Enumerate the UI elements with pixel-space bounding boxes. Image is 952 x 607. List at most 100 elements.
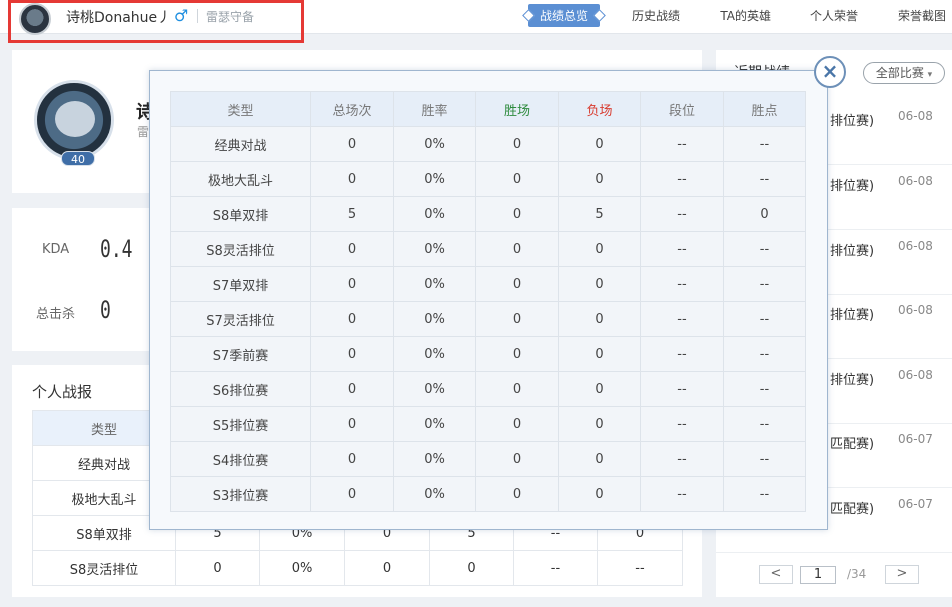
page-number-input[interactable]: 1: [800, 566, 836, 584]
table-cell: 0%: [393, 126, 476, 162]
kda-label: KDA: [42, 242, 70, 257]
table-cell: 0%: [393, 301, 476, 337]
table-cell: --: [640, 441, 724, 477]
table-cell: 0: [558, 476, 641, 512]
table-cell: 0: [310, 301, 394, 337]
user-avatar[interactable]: [19, 3, 51, 35]
match-filter-dropdown[interactable]: 全部比赛 ▾: [863, 62, 945, 84]
total-kills-value: 0: [100, 296, 111, 324]
row-type: 经典对战: [170, 126, 311, 162]
table-cell: 0: [475, 266, 559, 302]
table-cell: 0%: [393, 266, 476, 302]
match-date: 06-08: [898, 109, 933, 123]
table-row: S8单双排 5 0% 0 5 -- 0: [170, 196, 806, 232]
table-cell: --: [723, 371, 806, 407]
table-row: S7灵活排位 0 0% 0 0 -- --: [170, 301, 806, 337]
table-cell: 0: [475, 406, 559, 442]
table-row: S8灵活排位 0 0% 0 0 -- --: [170, 231, 806, 267]
table-cell: 0: [310, 161, 394, 197]
table-cell: 0: [723, 196, 806, 232]
table-cell: 0%: [393, 441, 476, 477]
table-row: S7单双排 0 0% 0 0 -- --: [170, 266, 806, 302]
prev-page-button[interactable]: <: [759, 565, 793, 584]
match-type: 匹配赛): [830, 502, 875, 517]
profile-server: 雷: [137, 125, 150, 139]
row-type: S8单双排: [170, 196, 311, 232]
kda-value: 0.4: [100, 235, 133, 263]
match-type: 排位赛): [830, 114, 875, 129]
table-cell: 0%: [393, 231, 476, 267]
tab-history[interactable]: 历史战绩: [632, 7, 680, 24]
page-total: /34: [847, 567, 867, 581]
table-cell: --: [640, 406, 724, 442]
table-cell: 0%: [393, 476, 476, 512]
row-type: S7季前赛: [170, 336, 311, 372]
match-date: 06-07: [898, 497, 933, 511]
header-wins: 胜场: [475, 91, 559, 127]
table-cell: --: [723, 161, 806, 197]
row-type: S6排位赛: [170, 371, 311, 407]
table-cell: --: [640, 196, 724, 232]
header-lp: 胜点: [723, 91, 806, 127]
table-cell: 0: [558, 441, 641, 477]
match-date: 06-08: [898, 368, 933, 382]
table-cell: --: [640, 301, 724, 337]
header-type: 类型: [170, 91, 311, 127]
table-cell: 0: [310, 126, 394, 162]
header-total: 总场次: [310, 91, 394, 127]
tab-heroes[interactable]: TA的英雄: [720, 7, 771, 24]
chevron-down-icon: ▾: [927, 70, 933, 80]
table-cell: 0: [558, 231, 641, 267]
table-cell: 0: [475, 336, 559, 372]
match-type: 排位赛): [830, 308, 875, 323]
table-cell: --: [723, 266, 806, 302]
table-cell: 0: [475, 196, 559, 232]
table-cell: --: [723, 126, 806, 162]
table-header-row: 类型 总场次 胜率 胜场 负场 段位 胜点: [170, 91, 806, 127]
table-cell: --: [640, 476, 724, 512]
table-cell: --: [640, 231, 724, 267]
table-cell: 0: [310, 371, 394, 407]
top-bar: 诗桃Donahue丿 ♂ 雷瑟守备 战绩总览 历史战绩 TA的英雄 个人荣誉 荣…: [0, 0, 952, 43]
match-date: 06-08: [898, 303, 933, 317]
row-type: S4排位赛: [170, 441, 311, 477]
row-type: S8灵活排位: [32, 550, 176, 586]
match-type: 排位赛): [830, 244, 875, 259]
match-type: 匹配赛): [830, 437, 875, 452]
table-row: 经典对战 0 0% 0 0 -- --: [170, 126, 806, 162]
stats-detail-modal: 类型 总场次 胜率 胜场 负场 段位 胜点 经典对战 0 0% 0 0 -- -- 极地大乱斗…: [149, 70, 828, 530]
tab-overview[interactable]: 战绩总览: [527, 4, 600, 27]
close-modal-button[interactable]: ×: [814, 56, 846, 88]
row-type: 极地大乱斗: [170, 161, 311, 197]
modal-stats-table: 类型 总场次 胜率 胜场 负场 段位 胜点 经典对战 0 0% 0 0 -- -- 极地大乱斗…: [170, 91, 806, 512]
table-row: S3排位赛 0 0% 0 0 -- --: [170, 476, 806, 512]
row-type: S5排位赛: [170, 406, 311, 442]
table-cell: 5: [310, 196, 394, 232]
match-type: 排位赛): [830, 179, 875, 194]
divider: [197, 9, 198, 23]
table-cell: 0: [475, 231, 559, 267]
table-cell: 0: [310, 476, 394, 512]
table-cell: 0%: [393, 336, 476, 372]
table-cell: --: [723, 441, 806, 477]
header-losses: 负场: [558, 91, 641, 127]
table-cell: 0: [475, 301, 559, 337]
table-cell: --: [723, 301, 806, 337]
filter-label: 全部比赛: [875, 66, 924, 80]
profile-avatar: [34, 80, 114, 160]
table-row: S4排位赛 0 0% 0 0 -- --: [170, 441, 806, 477]
table-cell: 0: [475, 476, 559, 512]
next-page-button[interactable]: >: [885, 565, 919, 584]
tab-honors[interactable]: 个人荣誉: [810, 7, 858, 24]
header-winrate: 胜率: [393, 91, 476, 127]
match-date: 06-07: [898, 432, 933, 446]
table-cell: --: [723, 336, 806, 372]
match-type: 排位赛): [830, 373, 875, 388]
tab-honor-screenshots[interactable]: 荣誉截图: [898, 7, 946, 24]
row-type: S3排位赛: [170, 476, 311, 512]
male-gender-icon: ♂: [174, 6, 189, 25]
table-cell: 0: [475, 441, 559, 477]
table-cell: 0: [475, 126, 559, 162]
table-cell: 0: [558, 336, 641, 372]
table-cell: --: [640, 266, 724, 302]
